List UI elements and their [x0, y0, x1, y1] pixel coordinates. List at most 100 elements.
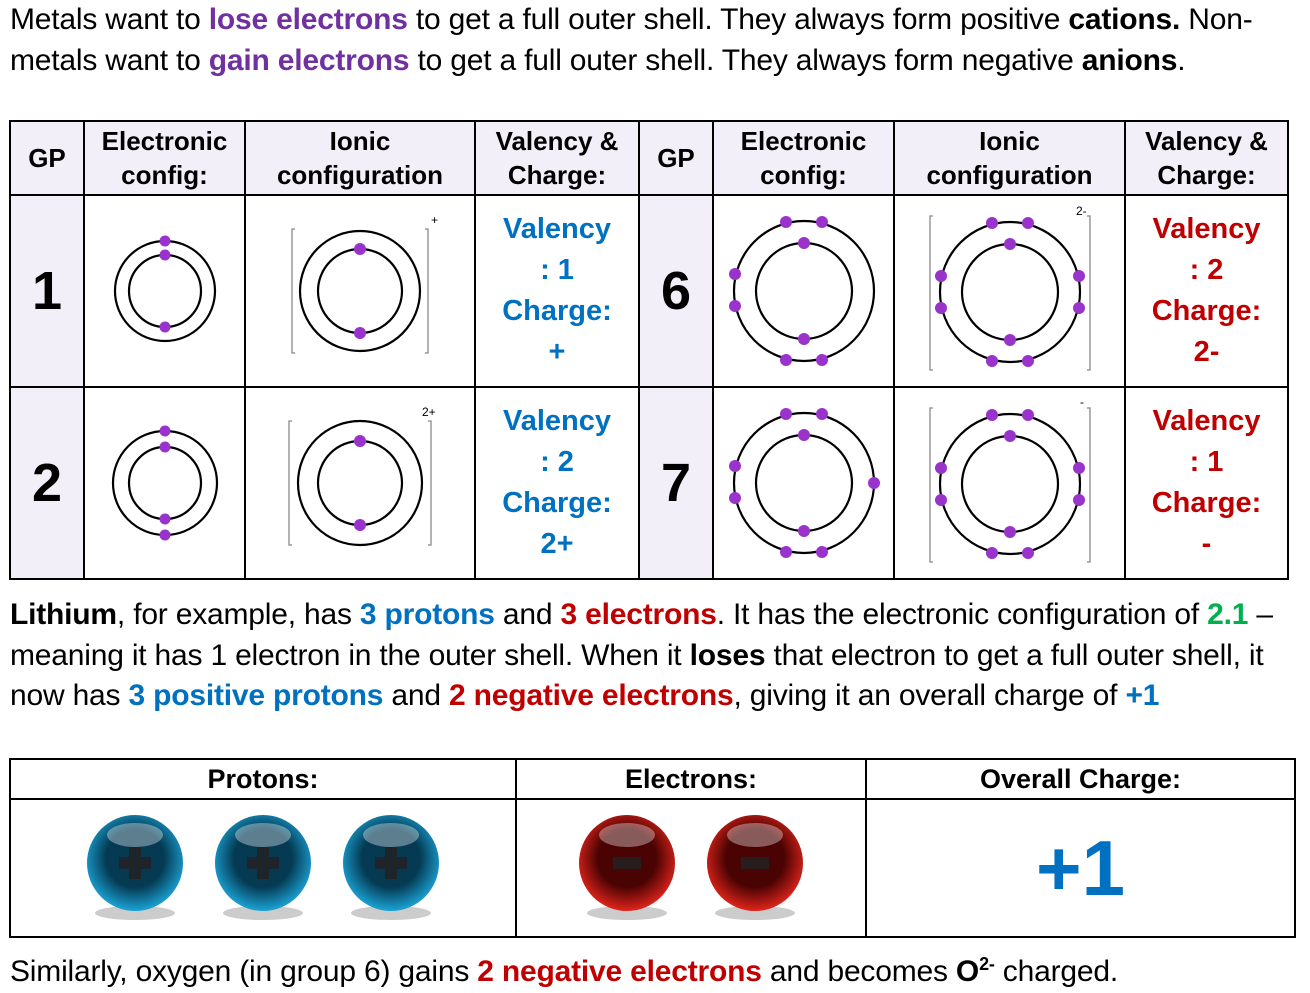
proton-ball: [215, 815, 311, 920]
group-number: 7: [638, 386, 714, 580]
valency-value: : 1: [1189, 446, 1224, 478]
header-electronic-config: Electronic config:: [712, 120, 895, 196]
header-gp: GP: [9, 120, 85, 196]
oxygen-symbol: O: [955, 955, 980, 988]
lithium-charge-table: Protons: Electrons: Overall Charge: +1: [9, 758, 1296, 938]
ion-diagram-group1: +: [291, 213, 438, 354]
ionic-config-cell: -: [893, 386, 1126, 580]
atom-diagram-group1: [113, 235, 216, 343]
valency-label: Valency: [1152, 213, 1261, 245]
header-valency-charge: Valency & Charge:: [1124, 120, 1289, 196]
header-gp: GP: [638, 120, 714, 196]
gain-electrons-text: gain electrons: [208, 43, 410, 77]
negative-electrons-text: 2 negative electrons: [477, 955, 762, 988]
ion-charge-label: 2+: [422, 405, 436, 419]
electronic-config-cell: [712, 194, 895, 388]
header-ionic-config: Ionic configuration: [893, 120, 1126, 196]
oxygen-paragraph: Similarly, oxygen (in group 6) gains 2 n…: [10, 952, 1305, 993]
ionic-config-cell: +: [244, 194, 476, 388]
group-number: 6: [638, 194, 714, 388]
electrons-count-text: 3 electrons: [560, 598, 717, 631]
group-number: 2: [9, 386, 85, 580]
electronic-config-cell: [83, 194, 246, 388]
header-valency-charge: Valency & Charge:: [474, 120, 640, 196]
valency-label: Valency: [502, 213, 612, 245]
lose-electrons-text: lose electrons: [208, 3, 408, 36]
positive-protons-text: 3 positive protons: [128, 679, 384, 712]
charge-value: -: [1201, 528, 1212, 560]
charge-label: Charge:: [1151, 487, 1262, 519]
lithium-text: , giving it an overall charge of: [733, 679, 1126, 712]
protons-group: [11, 813, 515, 923]
ion-charge-label: 2-: [1076, 204, 1087, 218]
valency-charge-cell: Valency : 1 Charge: -: [1124, 386, 1289, 580]
intro-text: to get a full outer shell. They always f…: [409, 43, 1082, 77]
config-value-text: 2.1: [1207, 598, 1249, 631]
lithium-text: , for example, has: [116, 598, 360, 631]
charge-label: Charge:: [502, 295, 612, 327]
table-row: 1 + Valency : 1 Charge: + 6 2- Valency:…: [9, 194, 1289, 388]
atom-diagram-group7: [728, 408, 880, 558]
atom-diagram-group2: [111, 425, 218, 541]
charge-value: +: [548, 336, 566, 368]
ionic-config-cell: 2-: [893, 194, 1126, 388]
ion-diagram-group7: -: [928, 396, 1091, 563]
cations-text: cations.: [1068, 3, 1181, 36]
ion-diagram-group2: 2+: [288, 405, 436, 547]
protons-count-text: 3 protons: [359, 598, 495, 631]
overall-charge-header: Overall Charge:: [865, 758, 1296, 800]
proton-ball: [343, 815, 439, 920]
table-row: 2 2+ Valency : 2 Charge: 2+ 7 - Valency …: [9, 386, 1289, 580]
anions-text: anions: [1081, 43, 1178, 77]
header-row: GP Electronic config: Ionic configuratio…: [9, 120, 1289, 196]
intro-text: .: [1177, 43, 1186, 77]
loses-term: loses: [689, 638, 766, 672]
charge-value: 2+: [540, 528, 574, 560]
oxygen-text: charged.: [994, 955, 1118, 988]
electrons-header: Electrons:: [515, 758, 867, 800]
overall-charge-value: +1: [1036, 823, 1125, 912]
atom-diagram-group6: [728, 216, 875, 366]
electrons-group: [517, 813, 865, 923]
valency-value: : 2: [1189, 254, 1224, 286]
table-row: +1: [9, 798, 1296, 938]
negative-electrons-text: 2 negative electrons: [449, 679, 734, 712]
intro-text: to get a full outer shell. They always f…: [407, 3, 1069, 36]
protons-cell: [9, 798, 517, 938]
lithium-text: and: [383, 679, 449, 712]
oxygen-text: Similarly, oxygen (in group 6) gains: [10, 955, 478, 988]
oxygen-text: and becomes: [761, 955, 956, 988]
proton-ball: [87, 815, 183, 920]
header-electronic-config: Electronic config:: [83, 120, 246, 196]
valency-label: Valency: [1152, 405, 1261, 437]
lithium-text: and: [494, 598, 561, 631]
ionic-config-cell: 2+: [244, 386, 476, 580]
valency-value: : 1: [540, 254, 574, 286]
charge-label: Charge:: [502, 487, 612, 519]
valency-charge-cell: Valency : 1 Charge: +: [474, 194, 640, 388]
ion-configuration-table: GP Electronic config: Ionic configuratio…: [9, 120, 1289, 580]
electronic-config-cell: [83, 386, 246, 580]
header-row: Protons: Electrons: Overall Charge:: [9, 758, 1296, 800]
ion-charge-label: -: [1080, 396, 1084, 409]
electron-ball: [579, 815, 675, 920]
ion-charge-label: +: [431, 213, 438, 227]
protons-header: Protons:: [9, 758, 517, 800]
oxygen-charge: 2-: [979, 954, 995, 974]
header-ionic-config: Ionic configuration: [244, 120, 476, 196]
overall-charge-cell: +1: [865, 798, 1296, 938]
ion-diagram-group6: 2-: [928, 204, 1091, 371]
valency-label: Valency: [502, 405, 612, 437]
electronic-config-cell: [712, 386, 895, 580]
valency-charge-cell: Valency : 2 Charge: 2-: [1124, 194, 1289, 388]
valency-charge-cell: Valency : 2 Charge: 2+: [474, 386, 640, 580]
electron-ball: [707, 815, 803, 920]
charge-value: 2-: [1193, 336, 1220, 368]
charge-label: Charge:: [1151, 295, 1262, 327]
overall-charge-text: +1: [1125, 679, 1160, 712]
lithium-paragraph: Lithium, for example, has 3 protons and …: [10, 595, 1305, 717]
group-number: 1: [9, 194, 85, 388]
intro-paragraph: Metals want to lose electrons to get a f…: [10, 0, 1300, 81]
lithium-text: . It has the electronic configuration of: [716, 598, 1208, 631]
electrons-cell: [515, 798, 867, 938]
